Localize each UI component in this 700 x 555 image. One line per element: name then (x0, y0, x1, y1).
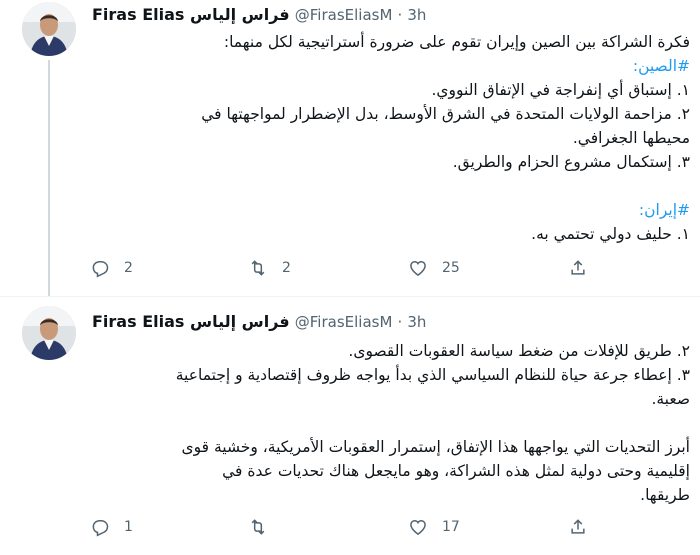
user-handle[interactable]: @FirasEliasM (295, 313, 393, 331)
retweet-icon (251, 260, 265, 276)
reply-button[interactable]: 2 (90, 256, 133, 280)
thread-connector (48, 60, 50, 296)
tweet-line: ٢. طريق للإفلات من ضغط سياسة العقوبات ال… (348, 342, 690, 360)
tweet-line: محيطها الجغرافي. (572, 129, 690, 147)
separator-dot: · (397, 313, 403, 331)
display-name[interactable]: Firas Elias فراس إلياس (92, 312, 290, 331)
tweet-actions: 2 2 25 (90, 256, 610, 280)
tweet-header: Firas Elias فراس إلياس @FirasEliasM · 3h (92, 312, 426, 331)
like-count: 25 (442, 260, 460, 276)
display-name[interactable]: Firas Elias فراس إلياس (92, 5, 290, 24)
tweet-line: إقليمية وحتى دولية لمثل هذه الشراكة، وهو… (222, 462, 690, 480)
avatar-image (22, 306, 76, 360)
tweet[interactable]: Firas Elias فراس إلياس @FirasEliasM · 3h… (0, 0, 700, 296)
like-count: 17 (442, 519, 460, 535)
share-icon (571, 519, 585, 534)
heart-icon (410, 519, 426, 535)
share-icon (571, 260, 585, 275)
reply-icon (92, 520, 109, 537)
tweet-actions: 1 17 (90, 515, 610, 539)
separator-dot: · (397, 6, 403, 24)
hashtag-link[interactable]: #الصين: (90, 54, 690, 78)
tweet-line: ١. إستباق أي إنفراجة في الإتفاق النووي. (431, 81, 690, 99)
avatar-image (22, 2, 76, 56)
reply-button[interactable]: 1 (90, 515, 133, 539)
like-button[interactable]: 17 (408, 515, 460, 539)
retweet-icon (251, 519, 265, 535)
tweet-line: صعبة. (651, 390, 690, 408)
hashtag-link[interactable]: #إيران: (90, 198, 690, 222)
retweet-count: 2 (282, 260, 291, 276)
tweet-header: Firas Elias فراس إلياس @FirasEliasM · 3h (92, 5, 426, 24)
tweet-text: فكرة الشراكة بين الصين وإيران تقوم على ض… (90, 30, 690, 246)
reply-icon (92, 261, 109, 278)
user-handle[interactable]: @FirasEliasM (295, 6, 393, 24)
tweet-line: ٢. مزاحمة الولايات المتحدة في الشرق الأو… (201, 105, 690, 123)
timestamp[interactable]: 3h (407, 6, 426, 24)
retweet-button[interactable]: 2 (248, 256, 291, 280)
share-button[interactable] (568, 515, 588, 539)
tweet-line: فكرة الشراكة بين الصين وإيران تقوم على ض… (223, 33, 690, 51)
share-button[interactable] (568, 256, 588, 280)
timestamp[interactable]: 3h (407, 313, 426, 331)
avatar[interactable] (22, 306, 76, 360)
reply-count: 1 (124, 519, 133, 535)
tweet-line: ٣. إستكمال مشروع الحزام والطريق. (452, 153, 690, 171)
heart-icon (410, 260, 426, 276)
tweet-line: أبرز التحديات التي يواجهها هذا الإتفاق، … (181, 438, 690, 456)
like-button[interactable]: 25 (408, 256, 460, 280)
tweet-line: ١. حليف دولي تحتمي به. (531, 225, 690, 243)
avatar[interactable] (22, 2, 76, 56)
tweet[interactable]: Firas Elias فراس إلياس @FirasEliasM · 3h… (0, 296, 700, 555)
reply-count: 2 (124, 260, 133, 276)
tweet-line: طريقها. (640, 486, 690, 504)
tweet-text: ٢. طريق للإفلات من ضغط سياسة العقوبات ال… (90, 339, 690, 507)
tweet-line: ٣. إعطاء جرعة حياة للنظام السياسي الذي ب… (175, 366, 690, 384)
retweet-button[interactable] (248, 515, 282, 539)
